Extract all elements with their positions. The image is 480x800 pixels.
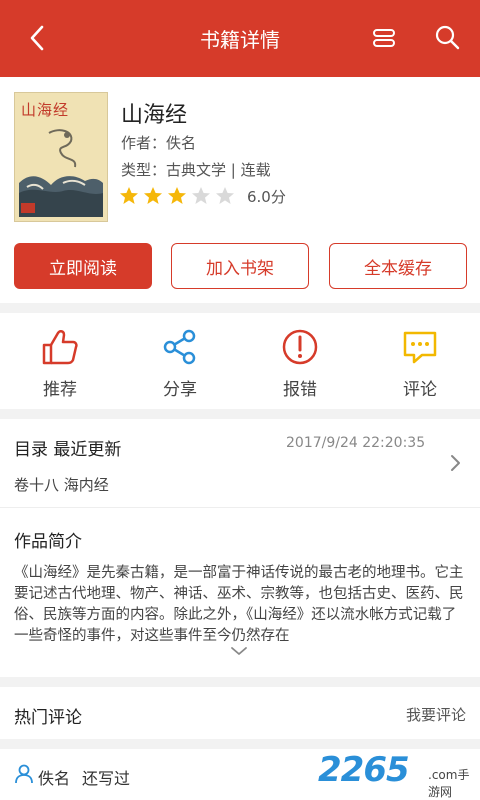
comment-label: 评论 (403, 380, 437, 400)
read-now-button[interactable]: 立即阅读 (14, 243, 152, 289)
update-time: 2017/9/24 22:20:35 (286, 435, 426, 451)
watermark-site: .com手游网 (428, 766, 478, 800)
alert-icon (282, 329, 318, 365)
star-filled-icon (144, 187, 162, 204)
action-bar: 推荐 分享 报错 评论 (0, 313, 480, 409)
cache-all-button[interactable]: 全本缓存 (329, 243, 467, 289)
star-empty-icon (192, 187, 210, 204)
menu-icon[interactable] (372, 26, 396, 50)
rating-score: 6.0分 (247, 187, 286, 206)
chevron-down-icon[interactable] (230, 645, 248, 657)
comment-icon (403, 331, 437, 364)
latest-chapter: 卷十八 海内经 (14, 476, 109, 494)
report-error-label: 报错 (283, 380, 317, 400)
page-title: 书籍详情 (200, 28, 280, 52)
share-label: 分享 (163, 380, 197, 400)
book-title: 山海经 (121, 103, 188, 128)
star-empty-icon (216, 187, 234, 204)
star-rating: 6.0分 (119, 185, 286, 207)
share-icon (163, 329, 196, 365)
chevron-right-icon (451, 455, 460, 471)
user-icon (15, 764, 33, 784)
book-cover[interactable]: 山海经 (14, 92, 108, 222)
site-watermark: 2265 .com手游网 (318, 746, 478, 799)
write-comment-link[interactable]: 我要评论 (406, 704, 466, 725)
catalog-title: 目录 最近更新 (14, 440, 122, 460)
share-action[interactable]: 分享 (140, 327, 220, 400)
search-icon[interactable] (434, 24, 460, 50)
star-filled-icon (168, 187, 186, 204)
comment-username: 佚名 (38, 769, 71, 788)
intro-title: 作品简介 (14, 532, 82, 552)
add-to-shelf-button[interactable]: 加入书架 (171, 243, 309, 289)
book-author: 作者：佚名 (121, 134, 197, 152)
divider (0, 507, 480, 508)
recommend-action[interactable]: 推荐 (20, 327, 100, 400)
hot-comments-title: 热门评论 (14, 708, 82, 728)
star-filled-icon (120, 187, 138, 204)
comment-text: 还写过 (82, 769, 131, 788)
top-bar: 书籍详情 (0, 0, 480, 77)
recommend-label: 推荐 (43, 380, 77, 400)
book-type: 类型：古典文学 | 连载 (121, 161, 271, 179)
report-error-action[interactable]: 报错 (260, 327, 340, 400)
hot-comments-header: 热门评论 我要评论 (0, 687, 480, 739)
comment-action[interactable]: 评论 (380, 327, 460, 400)
watermark-suffix: .com (428, 768, 458, 782)
catalog-row[interactable]: 目录 最近更新 2017/9/24 22:20:35 卷十八 海内经 (0, 419, 480, 507)
book-info-card: 山海经 山海经 作者：佚名 类型：古典文学 | 连载 6.0分 立即阅读 加入书… (0, 77, 480, 303)
watermark-number: 2265 (318, 750, 410, 790)
cover-illustration (19, 129, 103, 217)
thumbs-up-icon (42, 330, 78, 365)
intro-text: 《山海经》是先秦古籍，是一部富于神话传说的最古老的地理书。它主要记述古代地理、物… (14, 565, 464, 644)
book-intro-section: 作品简介 《山海经》是先秦古籍，是一部富于神话传说的最古老的地理书。它主要记述古… (0, 507, 480, 677)
cover-title: 山海经 (21, 101, 70, 119)
